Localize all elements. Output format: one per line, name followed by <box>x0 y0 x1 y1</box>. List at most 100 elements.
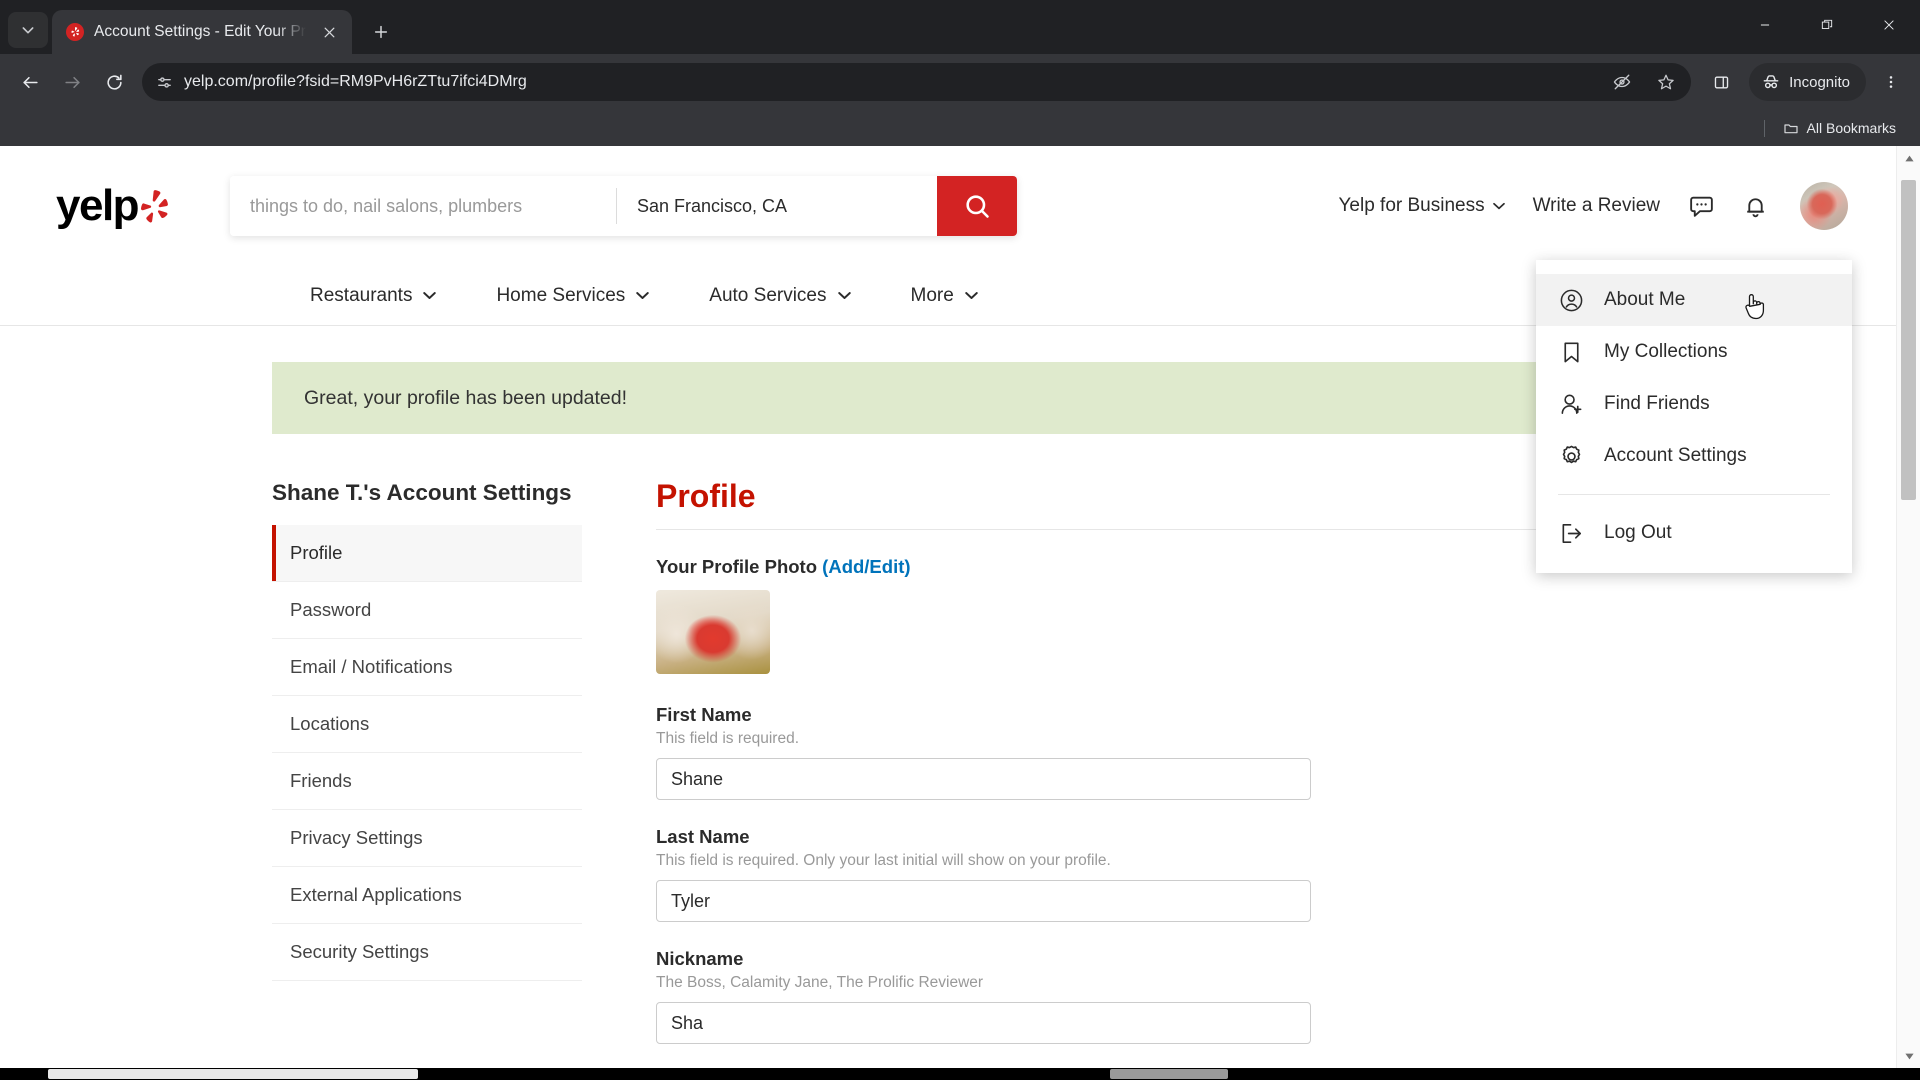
first-name-input[interactable] <box>656 758 1311 800</box>
sidebar-item-friends[interactable]: Friends <box>272 753 582 811</box>
yelp-burst-icon <box>140 190 170 228</box>
sidebar-item-label: Friends <box>290 770 352 792</box>
sidebar-item-label: Security Settings <box>290 941 429 963</box>
minimize-button[interactable] <box>1734 0 1796 50</box>
nickname-input[interactable] <box>656 1002 1311 1044</box>
new-tab-button[interactable] <box>364 15 398 49</box>
user-circle-icon <box>1558 287 1584 313</box>
nav-item-home-services[interactable]: Home Services <box>466 277 679 315</box>
user-avatar[interactable] <box>1800 182 1848 230</box>
first-name-help: This field is required. <box>656 730 800 747</box>
search-location-input[interactable]: San Francisco, CA <box>617 176 937 236</box>
address-bar[interactable]: yelp.com/profile?fsid=RM9PvH6rZTtu7ifci4… <box>142 63 1692 101</box>
last-name-input[interactable] <box>656 880 1311 922</box>
incognito-indicator[interactable]: Incognito <box>1749 63 1866 101</box>
chrome-menu-button[interactable] <box>1872 62 1910 102</box>
incognito-hat-icon <box>1763 75 1779 89</box>
page-settings-glyph <box>157 76 171 88</box>
vertical-scrollbar[interactable] <box>1896 146 1920 1068</box>
menu-item-label: Log Out <box>1604 522 1672 543</box>
account-settings-sidebar: Shane T.'s Account Settings Profile Pass… <box>272 478 582 1068</box>
sidebar-item-email-notifications[interactable]: Email / Notifications <box>272 639 582 697</box>
gear-icon <box>1558 443 1584 469</box>
write-a-review-label: Write a Review <box>1532 195 1660 216</box>
forward-button[interactable] <box>52 62 92 102</box>
chevron-down-icon <box>965 292 978 299</box>
notifications-bell-icon <box>1746 197 1764 217</box>
bookmark-page-button[interactable] <box>1649 65 1683 99</box>
chevron-down-icon <box>636 292 650 299</box>
scroll-down-button[interactable] <box>1897 1044 1920 1068</box>
nav-item-auto-services[interactable]: Auto Services <box>679 277 880 315</box>
sidebar-title: Shane T.'s Account Settings <box>272 480 572 505</box>
scroll-up-button[interactable] <box>1897 146 1920 170</box>
horizontal-scrollbar[interactable] <box>0 1068 1920 1080</box>
horizontal-scrollbar-thumb[interactable] <box>1110 1069 1228 1079</box>
restore-window-icon <box>1821 19 1833 29</box>
url-text[interactable]: yelp.com/profile?fsid=RM9PvH6rZTtu7ifci4… <box>184 73 1595 91</box>
nav-item-restaurants[interactable]: Restaurants <box>280 277 466 315</box>
profile-photo-label-text: Your Profile Photo <box>656 556 818 577</box>
sidebar-item-security-settings[interactable]: Security Settings <box>272 924 582 982</box>
search-description-input[interactable]: things to do, nail salons, plumbers <box>230 176 616 236</box>
sidebar-item-external-applications[interactable]: External Applications <box>272 867 582 925</box>
nav-label: Auto Services <box>709 284 827 306</box>
menu-item-account-settings[interactable]: Account Settings <box>1536 430 1852 482</box>
write-a-review-link[interactable]: Write a Review <box>1519 185 1674 227</box>
notifications-button[interactable] <box>1728 184 1782 228</box>
nickname-label: Nickname <box>656 948 744 969</box>
vertical-scrollbar-thumb[interactable] <box>1901 180 1916 500</box>
search-bar: things to do, nail salons, plumbers San … <box>230 176 1017 236</box>
chevron-down-icon <box>1492 202 1505 210</box>
maximize-button[interactable] <box>1796 0 1858 50</box>
yelp-for-business-link[interactable]: Yelp for Business <box>1324 185 1518 227</box>
side-panel-button[interactable] <box>1701 62 1741 102</box>
bookmark-glyph <box>1563 342 1579 362</box>
folder-icon <box>1783 124 1798 134</box>
menu-item-about-me[interactable]: About Me <box>1536 274 1852 326</box>
sidebar-item-privacy-settings[interactable]: Privacy Settings <box>272 810 582 868</box>
profile-photo-edit-link[interactable]: (Add/Edit) <box>822 556 910 577</box>
chevron-down-icon <box>423 292 437 299</box>
incognito-label: Incognito <box>1789 73 1850 91</box>
back-button[interactable] <box>10 62 50 102</box>
reload-button[interactable] <box>94 62 134 102</box>
sidebar-item-locations[interactable]: Locations <box>272 696 582 754</box>
tab-close-button[interactable] <box>316 19 342 45</box>
sidebar-item-label: External Applications <box>290 884 462 906</box>
nickname-field-group: Nickname The Boss, Calamity Jane, The Pr… <box>656 948 1856 1044</box>
yelp-logo-text: yelp <box>56 181 140 230</box>
menu-item-label: My Collections <box>1604 341 1728 362</box>
last-name-help: This field is required. Only your last i… <box>656 852 1111 869</box>
chevron-up-icon <box>1904 155 1914 161</box>
toolbar-right-group: Incognito <box>1701 62 1910 102</box>
sidebar-item-label: Email / Notifications <box>290 656 453 678</box>
sidebar-item-profile[interactable]: Profile <box>272 525 582 583</box>
menu-item-log-out[interactable]: Log Out <box>1536 507 1852 559</box>
menu-item-my-collections[interactable]: My Collections <box>1536 326 1852 378</box>
all-bookmarks-button[interactable]: All Bookmarks <box>1775 116 1904 140</box>
yelp-logo[interactable]: yelp <box>56 184 188 228</box>
search-submit-button[interactable] <box>937 176 1017 236</box>
profile-photo[interactable] <box>656 590 770 674</box>
yelp-page: yelp things to do, nail salons, plumbers… <box>0 146 1896 1068</box>
tracking-protection-button[interactable] <box>1605 65 1639 99</box>
messages-button[interactable] <box>1674 184 1728 228</box>
menu-item-label: About Me <box>1604 289 1686 310</box>
all-bookmarks-label: All Bookmarks <box>1806 120 1896 136</box>
nav-item-more[interactable]: More <box>881 277 1008 315</box>
menu-item-find-friends[interactable]: Find Friends <box>1536 378 1852 430</box>
yelp-burst-icon <box>66 23 84 41</box>
horizontal-scrollbar-track-light[interactable] <box>48 1069 418 1079</box>
first-name-field-group: First Name This field is required. <box>656 704 1856 800</box>
menu-divider <box>1558 494 1830 495</box>
window-controls <box>1734 0 1920 50</box>
page-settings-icon[interactable] <box>154 72 174 92</box>
nickname-help: The Boss, Calamity Jane, The Prolific Re… <box>656 974 984 991</box>
side-panel-icon <box>1714 76 1728 88</box>
tab-search-button[interactable] <box>8 12 48 48</box>
browser-tab[interactable]: Account Settings - Edit Your Profile | Y… <box>52 10 352 54</box>
sidebar-item-password[interactable]: Password <box>272 582 582 640</box>
close-window-button[interactable] <box>1858 0 1920 50</box>
page-viewport: yelp things to do, nail salons, plumbers… <box>0 146 1920 1068</box>
